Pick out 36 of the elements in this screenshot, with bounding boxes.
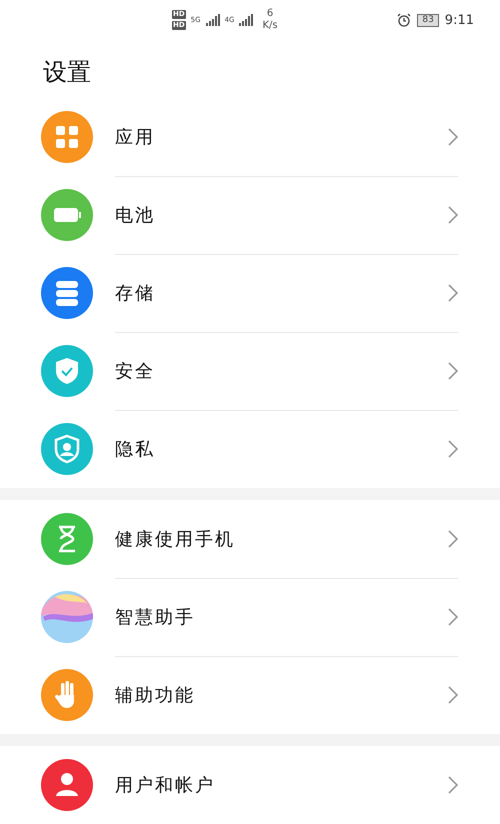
- item-label: 健康使用手机: [115, 528, 235, 550]
- signal-icon: [206, 14, 220, 26]
- settings-item[interactable]: 隐私: [0, 410, 500, 488]
- settings-item[interactable]: 辅助功能: [0, 656, 500, 734]
- settings-item[interactable]: 用户和帐户: [0, 746, 500, 824]
- settings-item[interactable]: 存储: [0, 254, 500, 332]
- settings-item[interactable]: 智慧助手: [0, 578, 500, 656]
- item-label: 用户和帐户: [115, 774, 215, 797]
- settings-item[interactable]: 电池: [0, 176, 500, 254]
- item-label: 存储: [115, 282, 155, 304]
- settings-item[interactable]: 应用: [0, 98, 500, 176]
- chevron-icon: [448, 362, 458, 380]
- alarm-icon: [397, 13, 412, 27]
- chevron-icon: [448, 608, 458, 626]
- battery-level: 83: [417, 14, 439, 26]
- settings-item[interactable]: 安全: [0, 332, 500, 410]
- item-label: 智慧助手: [115, 606, 195, 628]
- item-label: 辅助功能: [115, 684, 195, 707]
- page-title: 设置: [42, 57, 92, 88]
- speed-unit: K/s: [262, 21, 278, 31]
- item-label: 应用: [115, 126, 155, 148]
- chevron-icon: [448, 440, 458, 458]
- assistant-icon: [41, 591, 93, 643]
- speed-value: 6: [266, 9, 274, 19]
- chevron-icon: [448, 530, 458, 548]
- settings-item[interactable]: 健康使用手机: [0, 500, 500, 578]
- signal-icon: [239, 14, 254, 26]
- clock: 9:11: [444, 12, 474, 28]
- chevron-icon: [448, 776, 458, 794]
- chevron-icon: [448, 686, 458, 704]
- chevron-icon: [448, 206, 458, 224]
- chevron-icon: [448, 128, 458, 146]
- chevron-icon: [448, 284, 458, 302]
- item-label: 隐私: [115, 438, 155, 461]
- item-label: 安全: [115, 360, 155, 382]
- item-label: 电池: [115, 204, 155, 226]
